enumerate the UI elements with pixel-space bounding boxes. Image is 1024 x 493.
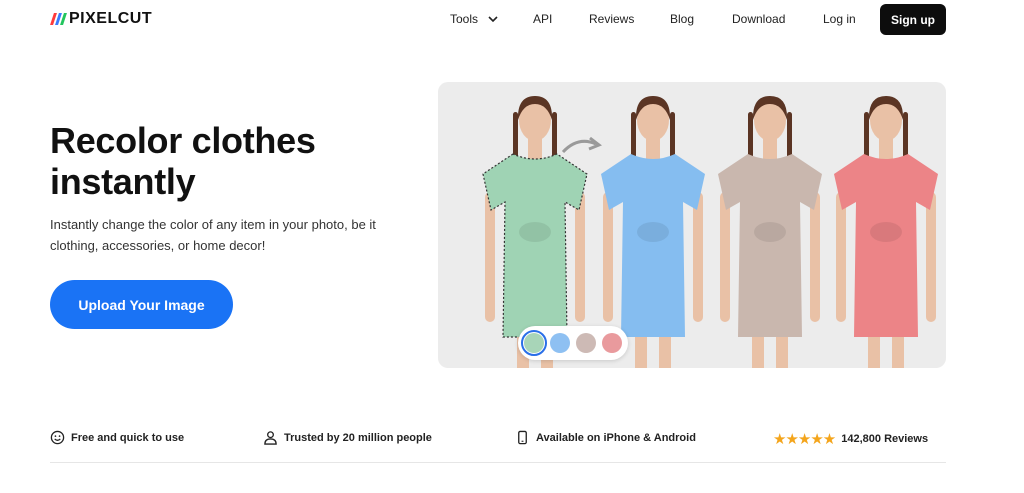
person-icon — [264, 431, 277, 445]
site-header: PIXELCUT Tools API Reviews Blog Download… — [0, 0, 1024, 40]
nav-reviews[interactable]: Reviews — [589, 12, 634, 26]
phone-icon — [518, 430, 527, 445]
nav-tools-dropdown[interactable]: Tools — [450, 12, 498, 26]
color-swatch[interactable] — [602, 333, 622, 353]
nav-download[interactable]: Download — [732, 12, 785, 26]
smile-icon — [50, 430, 65, 445]
color-swatch[interactable] — [550, 333, 570, 353]
feature-label: Available on iPhone & Android — [536, 431, 696, 444]
logo-text: PIXELCUT — [69, 10, 153, 27]
nav-blog[interactable]: Blog — [670, 12, 694, 26]
signup-button[interactable]: Sign up — [880, 4, 946, 35]
curved-arrow-icon — [561, 136, 602, 154]
pixelcut-logo[interactable]: PIXELCUT — [50, 10, 153, 28]
model-figures — [482, 96, 938, 368]
feature-platforms: Available on iPhone & Android — [515, 430, 696, 445]
feature-trusted: Trusted by 20 million people — [263, 430, 432, 445]
title-line-1: Recolor clothes — [50, 120, 316, 161]
color-swatch[interactable] — [521, 330, 547, 356]
logo-mark-icon — [50, 13, 67, 25]
hero-subtitle: Instantly change the color of any item i… — [50, 217, 376, 253]
nav-tools-label: Tools — [450, 12, 479, 26]
title-line-2: instantly — [50, 161, 196, 202]
chevron-down-icon — [488, 15, 498, 22]
upload-image-button[interactable]: Upload Your Image — [50, 280, 233, 329]
color-swatch[interactable] — [576, 333, 596, 353]
color-swatch-picker — [518, 326, 628, 360]
model-figure — [834, 96, 938, 368]
features-row: Free and quick to use Trusted by 20 mill… — [50, 430, 946, 450]
nav-login[interactable]: Log in — [823, 12, 856, 26]
divider — [50, 462, 946, 463]
feature-reviews[interactable]: ★★★★★ 142,800 Reviews — [773, 430, 928, 448]
nav-api[interactable]: API — [533, 12, 552, 26]
feature-free: Free and quick to use — [50, 430, 184, 445]
feature-label: Trusted by 20 million people — [284, 431, 432, 444]
feature-label: Free and quick to use — [71, 431, 185, 444]
recolor-preview-image — [438, 82, 946, 368]
feature-label: 142,800 Reviews — [841, 433, 929, 445]
page-title: Recolor clothes instantly — [50, 120, 410, 202]
model-figure — [718, 96, 822, 368]
star-rating-icon: ★★★★★ — [773, 431, 836, 448]
